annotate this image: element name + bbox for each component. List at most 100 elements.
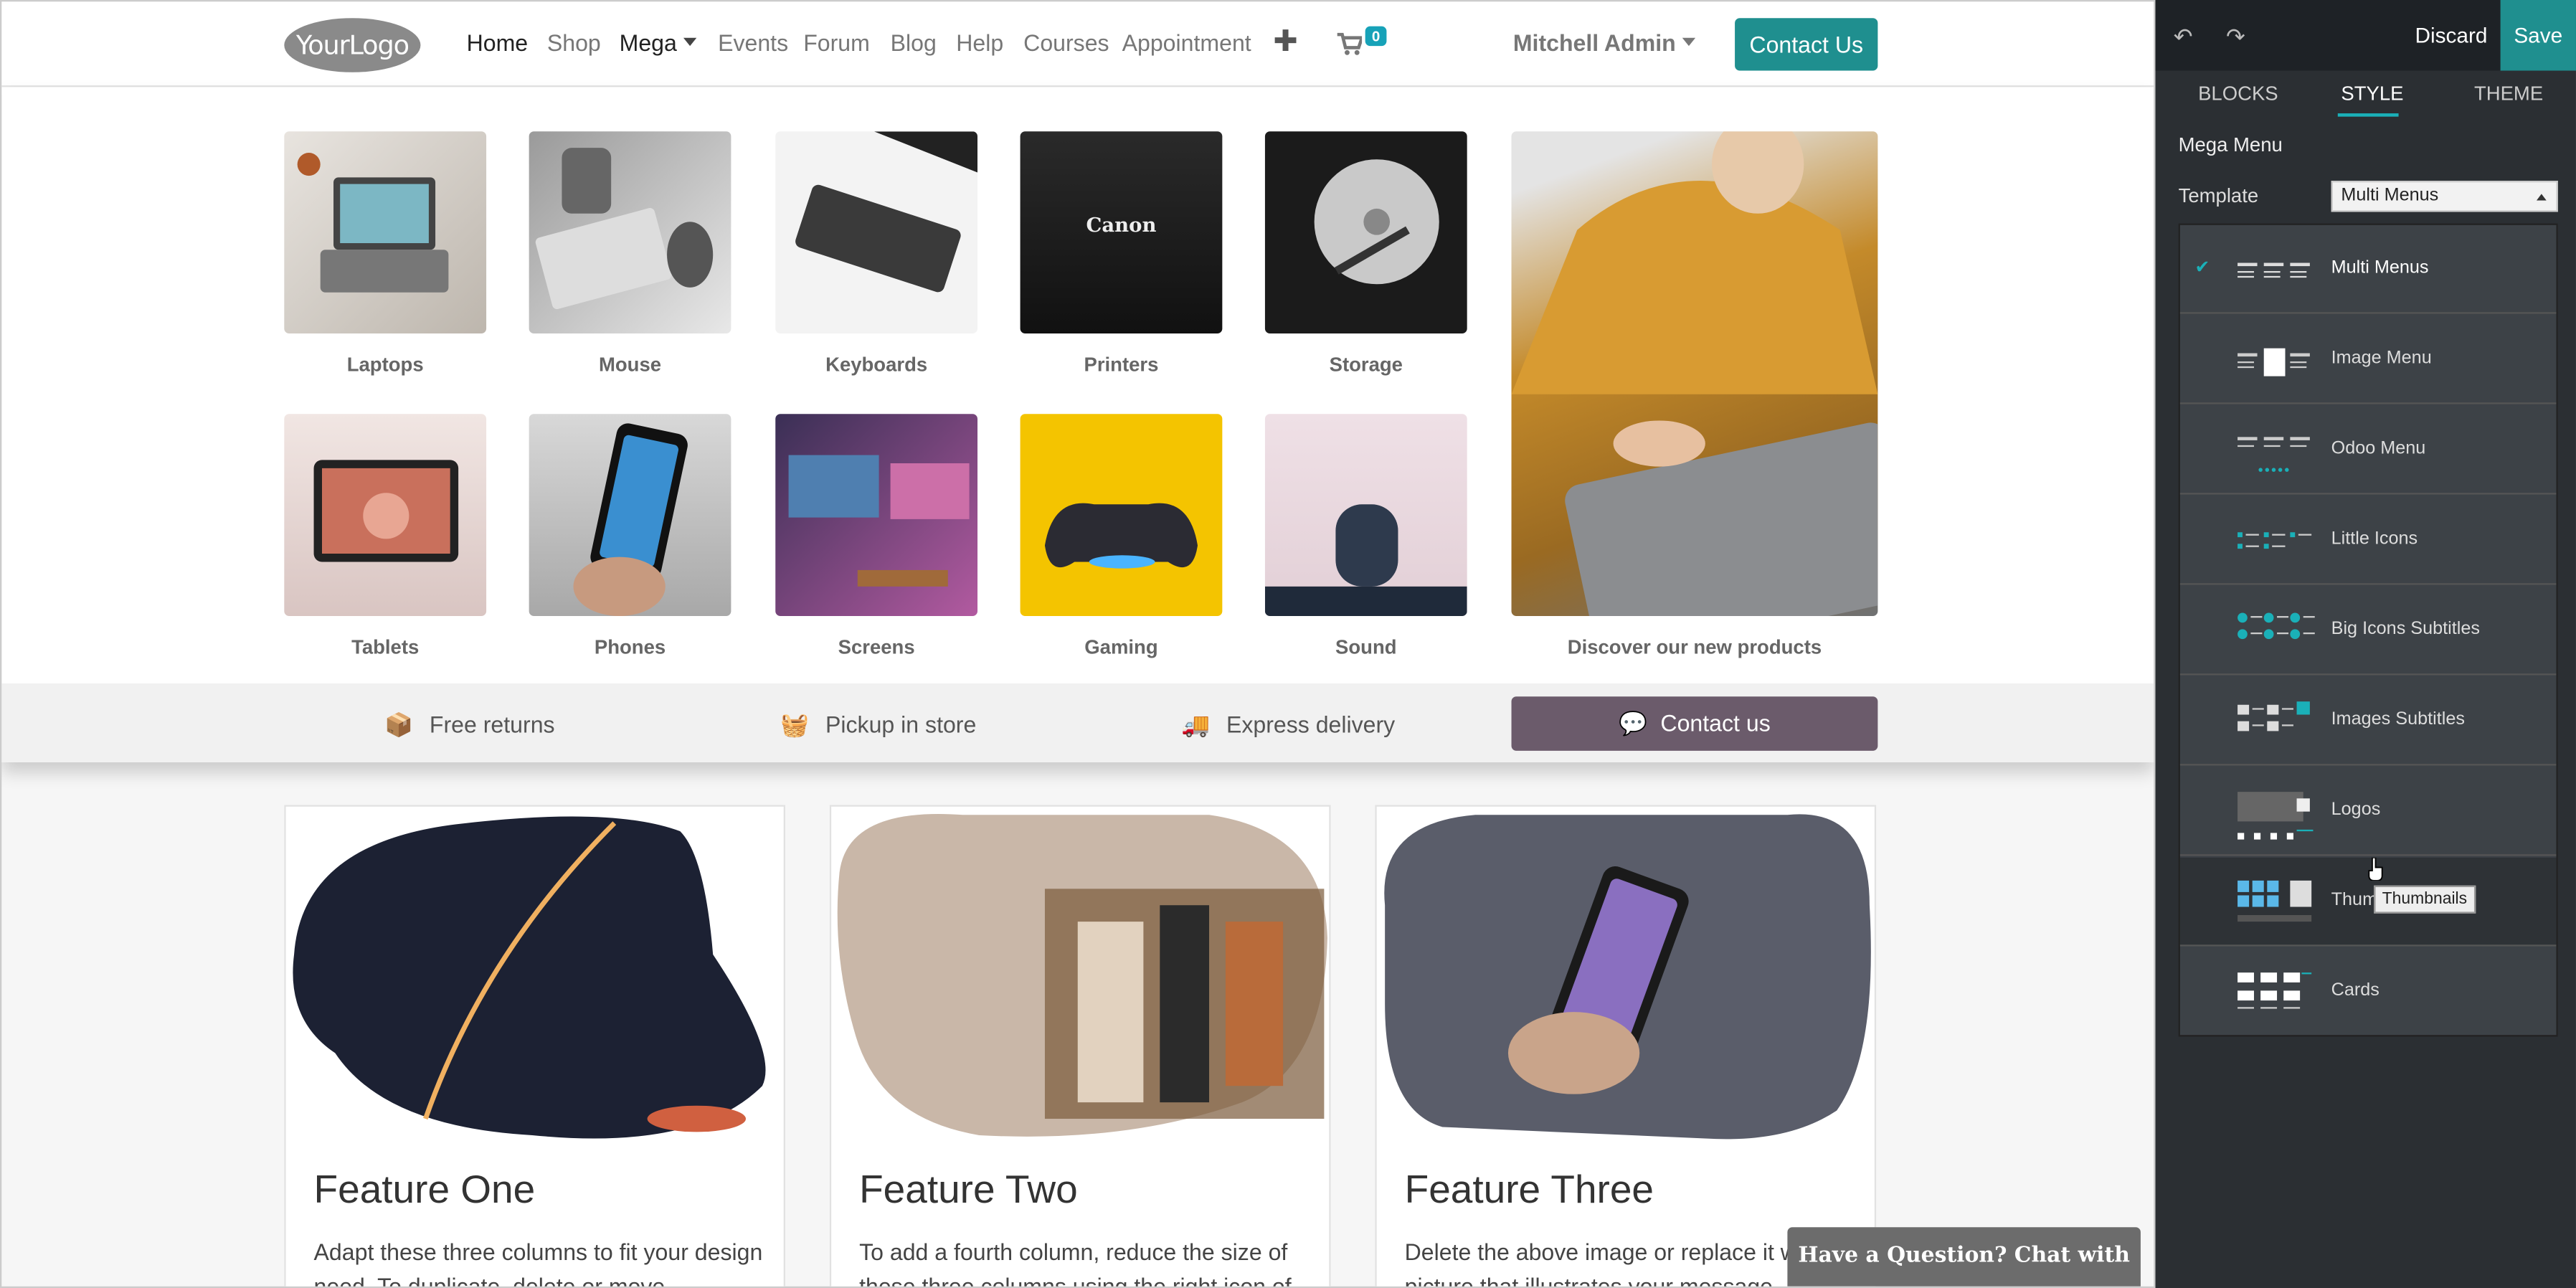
template-option-odoo-menu[interactable]: Odoo Menu — [2179, 406, 2557, 495]
option-label: Images Subtitles — [2331, 709, 2465, 730]
discard-button[interactable]: Discard — [2415, 23, 2487, 47]
pointer-cursor-icon — [2368, 857, 2383, 881]
category-label-laptops[interactable]: Laptops — [284, 354, 486, 377]
contact-us-bar-button[interactable]: 💬 Contact us — [1511, 696, 1878, 751]
feature-text: To add a fourth column, reduce the size … — [859, 1239, 1292, 1288]
nav-forum[interactable]: Forum — [803, 29, 870, 56]
check-icon: ✔ — [2194, 257, 2210, 278]
template-option-multi-menus[interactable]: ✔ Multi Menus — [2179, 225, 2557, 314]
website-preview: YourLogo Home Shop Mega Events Forum Blo… — [0, 0, 2156, 1288]
tab-blocks[interactable]: BLOCKS — [2198, 82, 2278, 105]
screens-image[interactable] — [775, 414, 978, 617]
tablets-image[interactable] — [284, 414, 487, 617]
category-label-keyboards[interactable]: Keyboards — [775, 354, 977, 377]
feature-card-3: Feature Three Delete the above image or … — [1375, 805, 1878, 1287]
category-label-sound[interactable]: Sound — [1265, 636, 1467, 659]
printers-image[interactable]: Canon — [1020, 131, 1223, 334]
gaming-image[interactable] — [1020, 414, 1223, 617]
template-option-little-icons[interactable]: Little Icons — [2179, 496, 2557, 585]
nav-appointment[interactable]: Appointment — [1122, 29, 1251, 56]
user-menu[interactable]: Mitchell Admin — [1513, 29, 1696, 56]
feature-title: Feature Two — [859, 1168, 1078, 1213]
section-title: Mega Menu — [2178, 133, 2283, 156]
option-label: Logos — [2331, 800, 2381, 820]
odoo-menu-thumbnail — [2238, 437, 2310, 472]
option-label: Image Menu — [2331, 348, 2432, 369]
tooltip: Thumbnails — [2374, 885, 2476, 914]
undo-icon[interactable]: ↶ — [2174, 23, 2193, 51]
tab-theme[interactable]: THEME — [2474, 82, 2543, 105]
phones-image[interactable] — [529, 414, 731, 617]
laptops-image[interactable] — [284, 131, 487, 334]
save-button[interactable]: Save — [2500, 0, 2576, 71]
livechat-button[interactable]: Have a Question? Chat with us. — [1787, 1227, 2141, 1287]
option-label: Little Icons — [2331, 529, 2418, 549]
tab-style[interactable]: STYLE — [2341, 82, 2403, 105]
express-delivery-link[interactable]: 🚚 Express delivery — [1181, 711, 1395, 739]
cart-icon[interactable] — [1335, 32, 1363, 56]
category-label-storage[interactable]: Storage — [1265, 354, 1467, 377]
category-label-printers[interactable]: Printers — [1021, 354, 1223, 377]
clothing-rack-image[interactable] — [831, 807, 1332, 1152]
editor-panel: ↶ ↷ Discard Save BLOCKS STYLE THEME Mega… — [2155, 0, 2576, 1288]
nav-home[interactable]: Home — [467, 29, 529, 56]
navbar: YourLogo Home Shop Mega Events Forum Blo… — [1, 1, 2154, 87]
option-label: Big Icons Subtitles — [2331, 619, 2480, 640]
template-option-big-icons-subtitles[interactable]: Big Icons Subtitles — [2179, 587, 2557, 676]
nav-courses[interactable]: Courses — [1023, 29, 1109, 56]
nav-events[interactable]: Events — [718, 29, 788, 56]
free-returns-link[interactable]: 📦 Free returns — [384, 711, 555, 739]
sound-image[interactable] — [1264, 414, 1467, 617]
feature-text: Adapt these three columns to fit your de… — [313, 1239, 763, 1288]
chevron-down-icon — [683, 37, 697, 46]
template-label: Template — [2178, 184, 2259, 207]
template-option-image-menu[interactable]: Image Menu — [2179, 316, 2557, 404]
site-logo[interactable]: YourLogo — [284, 18, 421, 72]
chevron-up-icon — [2536, 194, 2547, 201]
category-label-screens[interactable]: Screens — [775, 636, 977, 659]
smartphone-hand-image[interactable] — [1377, 807, 1878, 1152]
template-dropdown: ✔ Multi Menus Image Menu Odoo Menu Littl… — [2178, 223, 2558, 1037]
feature-title: Feature Three — [1404, 1168, 1654, 1213]
template-option-cards[interactable]: Cards — [2180, 948, 2557, 1037]
category-label-tablets[interactable]: Tablets — [284, 636, 486, 659]
category-label-mouse[interactable]: Mouse — [529, 354, 731, 377]
truck-icon: 🚚 — [1181, 711, 1211, 738]
mega-menu: Canon Laptops Mouse Keyboards Printers S… — [1, 87, 2154, 762]
template-option-logos[interactable]: Logos — [2179, 767, 2557, 856]
featured-product-image[interactable] — [1511, 131, 1878, 617]
thumbnails-thumbnail — [2238, 880, 2312, 922]
category-label-gaming[interactable]: Gaming — [1021, 636, 1223, 659]
template-option-images-subtitles[interactable]: Images Subtitles — [2179, 677, 2557, 766]
pickup-link[interactable]: 🧺 Pickup in store — [780, 711, 976, 739]
mega-menu-bottom-bar: 📦 Free returns 🧺 Pickup in store 🚚 Express … — [1, 683, 2154, 762]
editor-toolbar: ↶ ↷ Discard Save — [2155, 0, 2576, 71]
cart-count-badge: 0 — [1365, 26, 1387, 47]
storage-image[interactable] — [1264, 131, 1467, 334]
nav-help[interactable]: Help — [956, 29, 1003, 56]
nav-blog[interactable]: Blog — [891, 29, 937, 56]
featured-caption[interactable]: Discover our new products — [1512, 636, 1878, 659]
nav-mega[interactable]: Mega — [620, 29, 697, 56]
printer-brand: Canon — [1086, 213, 1157, 237]
mouse-image[interactable] — [529, 131, 731, 334]
feature-card-1: Feature One Adapt these three columns to… — [284, 805, 787, 1288]
category-label-phones[interactable]: Phones — [529, 636, 731, 659]
nav-shop[interactable]: Shop — [547, 29, 601, 56]
feature-card-2: Feature Two To add a fourth column, redu… — [829, 805, 1332, 1288]
chevron-down-icon — [1682, 37, 1696, 46]
template-select[interactable]: Multi Menus — [2331, 180, 2558, 212]
option-label: Multi Menus — [2331, 257, 2429, 278]
plus-icon[interactable]: ✚ — [1273, 24, 1298, 59]
cards-thumbnail — [2238, 972, 2312, 1009]
contact-us-button[interactable]: Contact Us — [1735, 18, 1878, 71]
option-label: Odoo Menu — [2331, 438, 2426, 459]
image-menu-thumbnail — [2238, 348, 2310, 377]
big-icons-subtitles-thumbnail — [2238, 612, 2315, 640]
option-label: Cards — [2331, 980, 2380, 1001]
keyboards-image[interactable] — [775, 131, 978, 334]
rocket-launch-image[interactable] — [286, 807, 787, 1152]
box-icon: 📦 — [384, 711, 413, 738]
comments-icon: 💬 — [1619, 709, 1648, 737]
redo-icon[interactable]: ↷ — [2226, 23, 2245, 51]
